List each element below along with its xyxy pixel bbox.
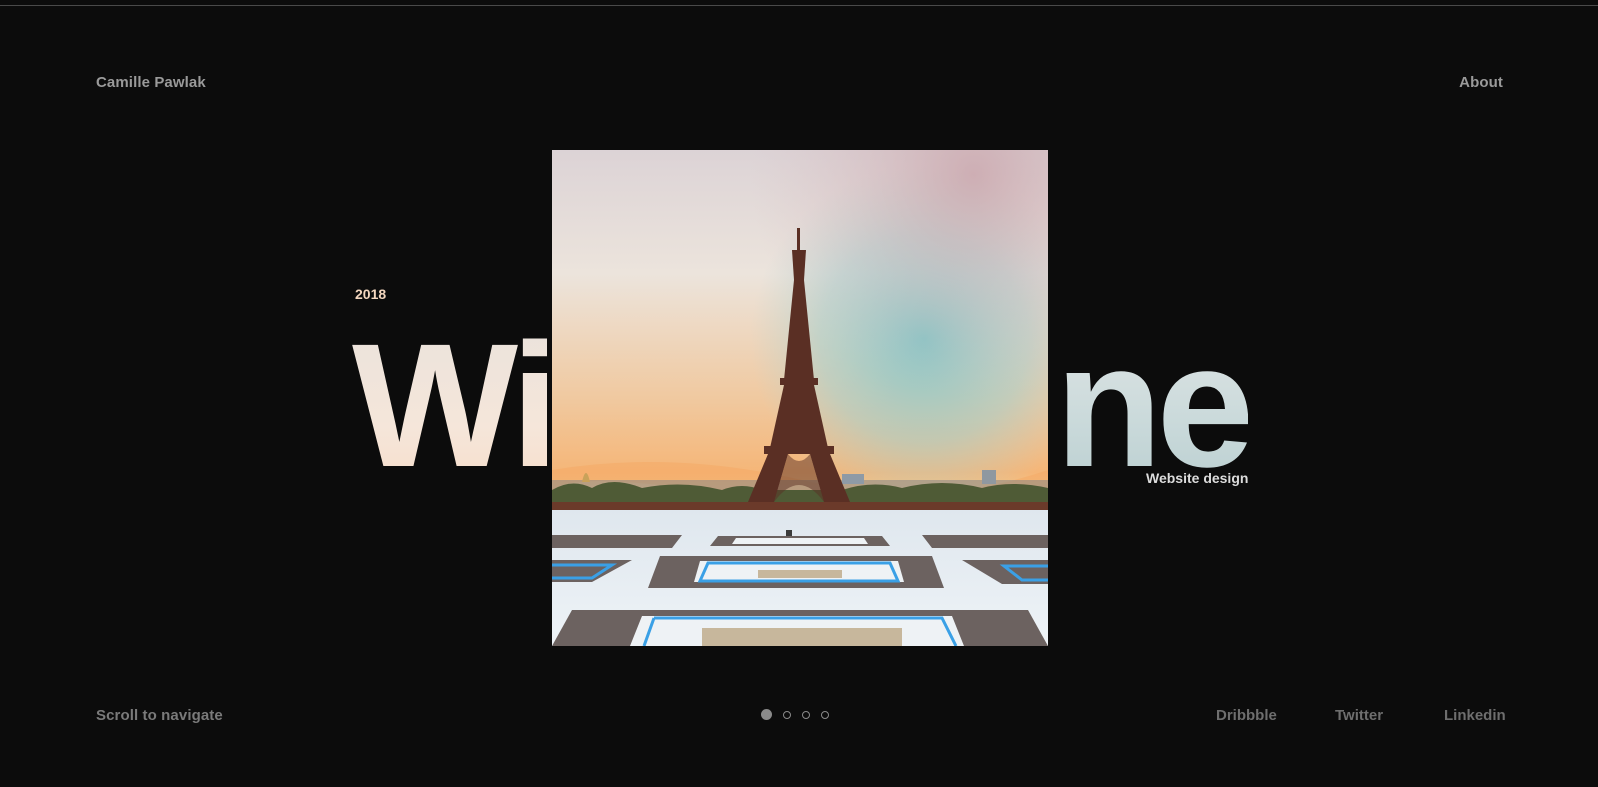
hero-title-left: Wi xyxy=(352,308,559,504)
project-year: 2018 xyxy=(355,286,387,302)
eiffel-tower-photo xyxy=(552,150,1048,646)
project-subtitle: Website design xyxy=(1146,470,1249,486)
linkedin-link[interactable]: Linkedin xyxy=(1444,707,1506,724)
hero-image[interactable] xyxy=(552,150,1048,646)
about-link[interactable]: About xyxy=(1459,74,1503,91)
pager-dot[interactable] xyxy=(821,710,829,719)
pager-dot[interactable] xyxy=(761,709,772,720)
scroll-hint: Scroll to navigate xyxy=(96,707,223,724)
twitter-link[interactable]: Twitter xyxy=(1335,707,1383,724)
pager-dot[interactable] xyxy=(802,710,810,719)
dribbble-link[interactable]: Dribbble xyxy=(1216,707,1277,724)
top-divider xyxy=(0,5,1598,6)
brand-name[interactable]: Camille Pawlak xyxy=(96,74,206,91)
slide-pager xyxy=(761,709,829,720)
pager-dot[interactable] xyxy=(783,710,791,719)
